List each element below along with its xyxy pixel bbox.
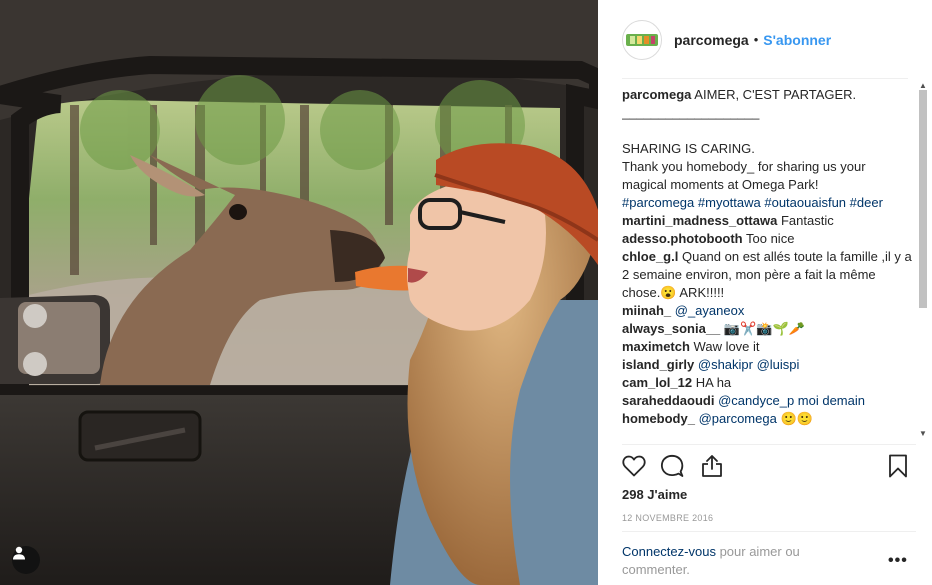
comment-username[interactable]: saraheddaoudi (622, 393, 714, 408)
parc-omega-logo-icon (626, 33, 658, 46)
likes-count[interactable]: 298 J'aime (622, 487, 687, 502)
comment-item: maximetch Waw love it (622, 338, 912, 356)
comments-list[interactable]: parcomega AIMER, C'EST PARTAGER. _______… (622, 86, 912, 438)
comment-item: island_girly @shakipr @luispi (622, 356, 912, 374)
like-button[interactable] (620, 452, 648, 480)
comment-text[interactable]: @_ayaneox (675, 303, 745, 318)
comment-text: HA ha (695, 375, 732, 390)
comment-button[interactable] (658, 452, 686, 480)
caption-rule: ___________________ (622, 105, 760, 120)
comments-scrollbar[interactable]: ▲ ▼ (916, 80, 930, 440)
heart-icon (622, 455, 646, 477)
caption-username[interactable]: parcomega (622, 87, 691, 102)
comment-bubble-icon (660, 454, 684, 477)
comment-username[interactable]: island_girly (622, 357, 694, 372)
comment-username[interactable]: martini_madness_ottawa (622, 213, 777, 228)
scroll-thumb[interactable] (919, 90, 927, 308)
post-photo[interactable] (0, 0, 598, 585)
caption-hashtags[interactable]: #parcomega #myottawa #outaouaisfun #deer (622, 194, 912, 212)
comment-item: saraheddaoudi @candyce_p moi demain (622, 392, 912, 410)
comment-item: cam_lol_12 HA ha (622, 374, 912, 392)
comment-item: adesso.photobooth Too nice (622, 230, 912, 248)
login-link[interactable]: Connectez-vous (622, 544, 716, 559)
user-icon (13, 546, 25, 560)
post-header: parcomega • S'abonner (598, 0, 932, 79)
caption-title: AIMER, C'EST PARTAGER. (694, 87, 857, 102)
comment-username[interactable]: homebody_ (622, 411, 695, 426)
comment-username[interactable]: cam_lol_12 (622, 375, 692, 390)
comment-username[interactable]: chloe_g.l (622, 249, 678, 264)
caption-line-2: Thank you homebody_ for sharing us your … (622, 159, 866, 192)
save-button[interactable] (884, 452, 912, 480)
post-side-panel: parcomega • S'abonner parcomega AIMER, C… (598, 0, 932, 585)
caption: parcomega AIMER, C'EST PARTAGER. (622, 86, 912, 104)
comment-text: Fantastic (780, 213, 834, 228)
caption-line-1: SHARING IS CARING. (622, 141, 755, 156)
comment-item: martini_madness_ottawa Fantastic (622, 212, 912, 230)
post-username[interactable]: parcomega (674, 32, 749, 48)
post-date: 12 NOVEMBRE 2016 (622, 513, 714, 523)
woman-figure (390, 143, 598, 585)
comment-text[interactable]: @shakipr @luispi (698, 357, 800, 372)
comment-text[interactable]: @parcomega 🙂🙂 (699, 411, 813, 426)
comment-text: 📷✂️📸🌱🥕 (723, 321, 805, 336)
comment-item: always_sonia__ 📷✂️📸🌱🥕 (622, 320, 912, 338)
comment-username[interactable]: maximetch (622, 339, 690, 354)
caption-gap (622, 122, 912, 140)
comment-item: chloe_g.l Quand on est allés toute la fa… (622, 248, 912, 302)
bookmark-icon (889, 454, 907, 478)
comment-text: Waw love it (693, 339, 760, 354)
more-options-button[interactable]: ••• (888, 552, 908, 570)
share-icon (702, 455, 722, 477)
footer-divider (622, 531, 916, 532)
share-button[interactable] (698, 452, 726, 480)
photo-illustration (0, 0, 598, 585)
scroll-down-arrow-icon[interactable]: ▼ (919, 430, 927, 438)
post-actions (620, 452, 910, 480)
header-divider (622, 78, 908, 79)
login-prompt: Connectez-vous pour aimer ou commenter. (622, 543, 852, 579)
comment-item: miinah_ @_ayaneox (622, 302, 912, 320)
follow-button[interactable]: S'abonner (763, 32, 831, 48)
comment-username[interactable]: always_sonia__ (622, 321, 720, 336)
scroll-up-arrow-icon[interactable]: ▲ (919, 82, 927, 90)
comment-text[interactable]: @candyce_p moi demain (718, 393, 865, 408)
avatar[interactable] (622, 19, 662, 60)
comment-username[interactable]: miinah_ (622, 303, 671, 318)
user-tags-button[interactable] (12, 546, 40, 574)
comment-text: Too nice (746, 231, 795, 246)
comment-item: homebody_ @parcomega 🙂🙂 (622, 410, 912, 428)
separator-dot: • (753, 32, 759, 47)
comment-username[interactable]: adesso.photobooth (622, 231, 743, 246)
actions-divider (622, 444, 916, 445)
